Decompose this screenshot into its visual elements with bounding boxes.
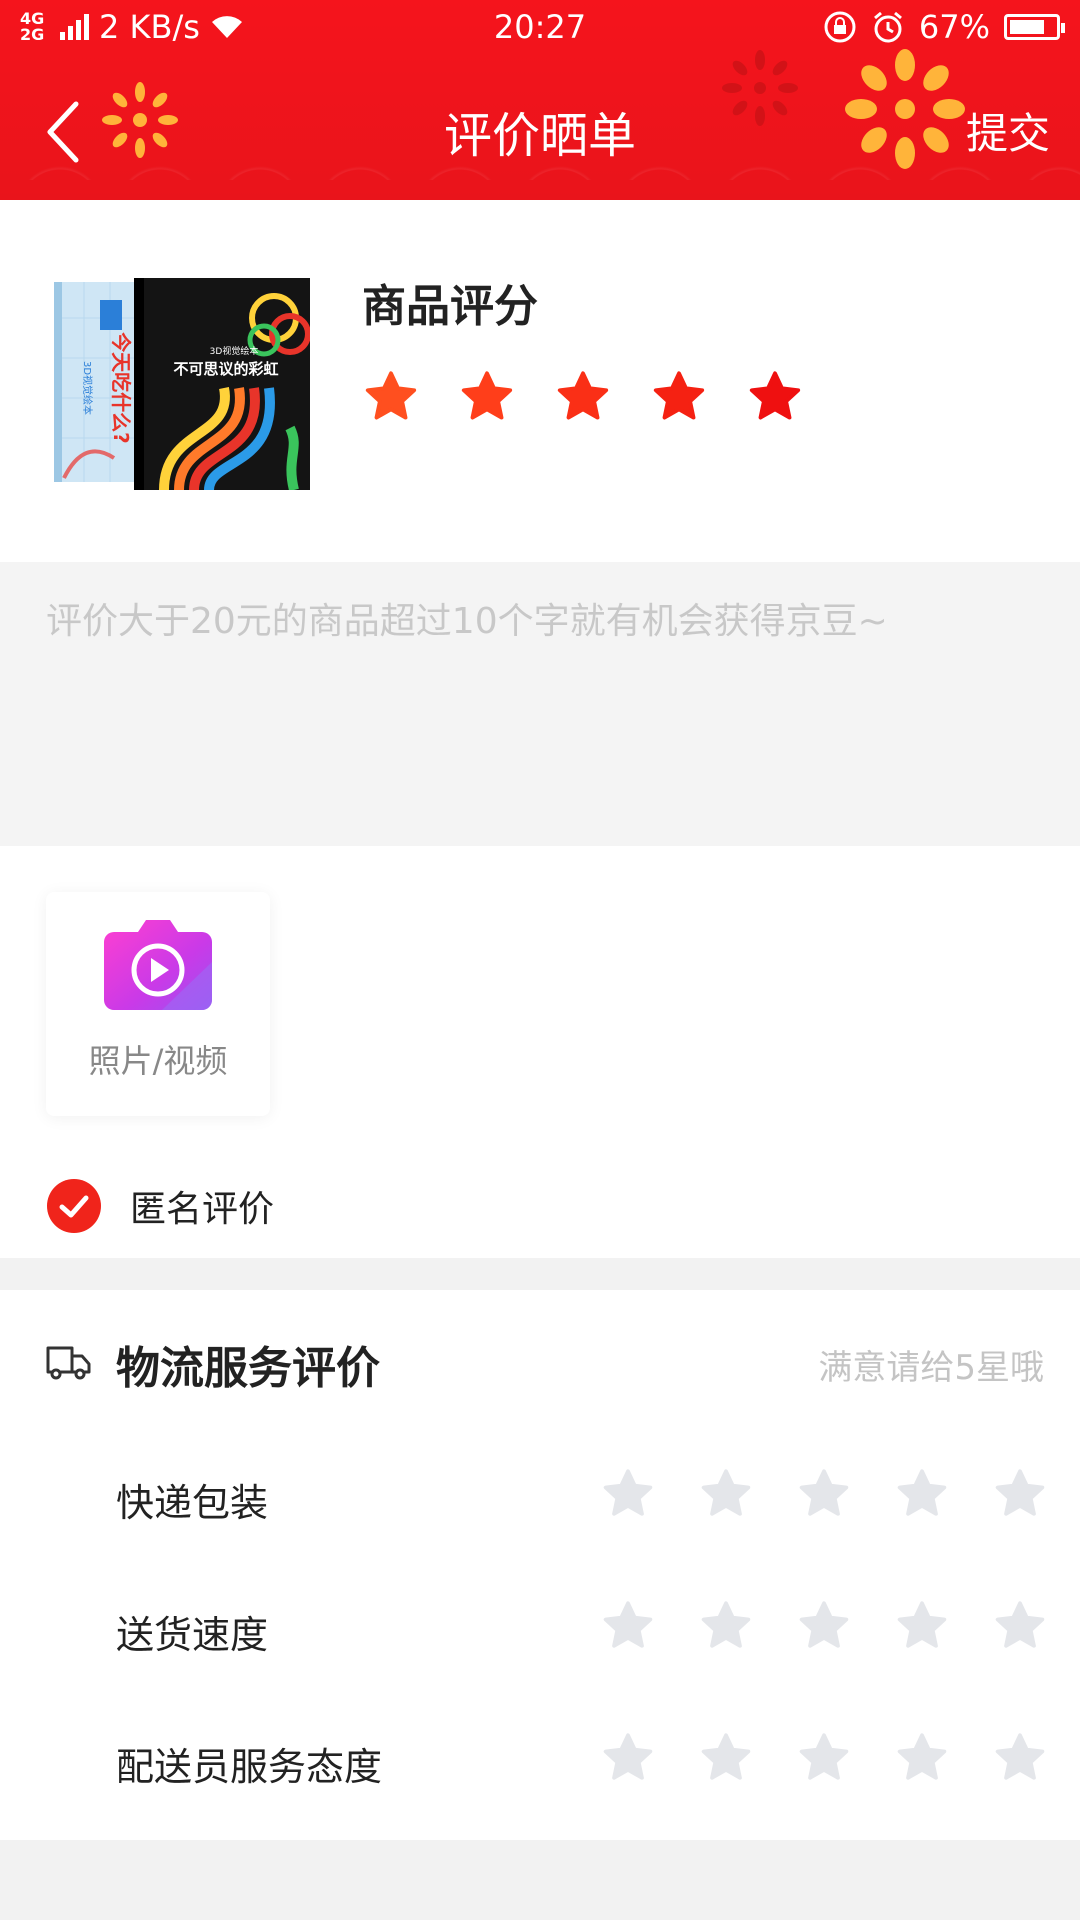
book-left-series: 3D视觉绘本 — [81, 361, 94, 415]
star-icon[interactable] — [894, 1730, 950, 1786]
star-icon[interactable] — [796, 1598, 852, 1654]
media-label: 照片/视频 — [88, 1042, 228, 1080]
logistics-row-courier: 配送员服务态度 — [0, 1722, 1080, 1802]
add-photo-video-button[interactable]: 照片/视频 — [46, 892, 270, 1116]
app-header: 4G 2G 2 KB/s 20:27 67% 评价晒单 提交 — [0, 0, 1080, 200]
star-icon[interactable] — [698, 1730, 754, 1786]
page-title: 评价晒单 — [443, 108, 636, 164]
review-text-input[interactable] — [0, 562, 1080, 846]
product-rating-card: 今天吃什么? 3D视觉绘本 3D视觉绘本 不可思议的彩虹 商品评分 — [0, 200, 1080, 562]
star-icon[interactable] — [600, 1730, 656, 1786]
anonymous-toggle[interactable]: 匿名评价 — [46, 1176, 274, 1236]
battery-percent: 67% — [918, 8, 990, 46]
alarm-icon — [873, 11, 902, 43]
packaging-star-rating — [600, 1466, 1048, 1522]
star-icon[interactable] — [698, 1466, 754, 1522]
star-icon[interactable] — [746, 368, 804, 426]
logistics-rating-section: 物流服务评价 满意请给5星哦 快递包装 送货速度 配送员服务态度 — [0, 1290, 1080, 1840]
star-icon[interactable] — [698, 1598, 754, 1654]
logistics-row-label: 配送员服务态度 — [116, 1745, 383, 1789]
status-bar: 4G 2G 2 KB/s 20:27 67% — [0, 0, 1080, 56]
checkmark-icon — [47, 1179, 101, 1233]
book-right-series: 3D视觉绘本 — [210, 345, 259, 357]
star-icon[interactable] — [992, 1730, 1048, 1786]
logistics-hint: 满意请给5星哦 — [818, 1348, 1044, 1388]
logistics-row-label: 送货速度 — [116, 1613, 269, 1657]
submit-button[interactable]: 提交 — [966, 100, 1050, 161]
star-icon[interactable] — [458, 368, 516, 426]
logistics-row-packaging: 快递包装 — [0, 1458, 1080, 1538]
star-icon[interactable] — [600, 1466, 656, 1522]
star-icon[interactable] — [554, 368, 612, 426]
product-star-rating — [362, 368, 804, 426]
media-section: 照片/视频 匿名评价 — [0, 846, 1080, 1258]
logistics-row-speed: 送货速度 — [0, 1590, 1080, 1670]
star-icon[interactable] — [992, 1598, 1048, 1654]
nav-bar: 评价晒单 提交 — [0, 56, 1080, 200]
star-icon[interactable] — [894, 1598, 950, 1654]
camera-video-icon — [104, 920, 212, 1010]
star-icon[interactable] — [796, 1730, 852, 1786]
star-icon[interactable] — [362, 368, 420, 426]
battery-icon — [1004, 14, 1065, 40]
book-right-title: 不可思议的彩虹 — [173, 360, 278, 378]
star-icon[interactable] — [650, 368, 708, 426]
courier-star-rating — [600, 1730, 1048, 1786]
star-icon[interactable] — [600, 1598, 656, 1654]
star-icon[interactable] — [894, 1466, 950, 1522]
lock-rotation-icon — [824, 11, 856, 43]
star-icon[interactable] — [992, 1466, 1048, 1522]
star-icon[interactable] — [796, 1466, 852, 1522]
speed-star-rating — [600, 1598, 1048, 1654]
product-image[interactable]: 今天吃什么? 3D视觉绘本 3D视觉绘本 不可思议的彩虹 — [54, 278, 310, 490]
book-left-title: 今天吃什么? — [109, 332, 133, 444]
product-rating-title: 商品评分 — [362, 281, 538, 332]
logistics-row-label: 快递包装 — [116, 1481, 269, 1525]
logistics-title: 物流服务评价 — [116, 1343, 380, 1394]
truck-icon — [46, 1346, 91, 1380]
anonymous-label: 匿名评价 — [130, 1189, 275, 1230]
